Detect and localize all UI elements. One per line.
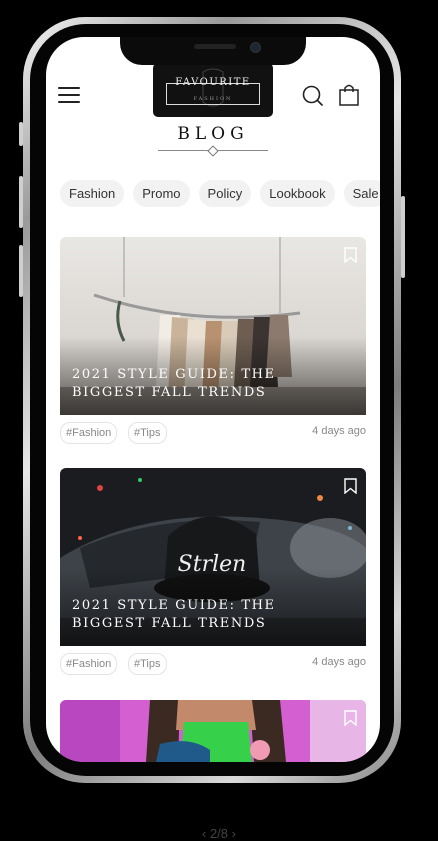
brand-logo[interactable]: FAVOURITE FASHION (153, 63, 273, 117)
bookmark-icon[interactable] (344, 478, 357, 494)
menu-icon[interactable] (58, 85, 82, 105)
page-title: BLOG (177, 124, 249, 144)
pager[interactable]: ‹ 2/8 › (0, 826, 438, 841)
search-icon[interactable] (302, 85, 324, 107)
post-tag[interactable]: #Fashion (60, 422, 118, 444)
logo-wordmark: FAVOURITE (175, 77, 251, 88)
category-chip-sale[interactable]: Sale (343, 180, 380, 207)
post-tag[interactable]: #Tips (128, 653, 167, 675)
bookmark-icon[interactable] (344, 710, 357, 726)
post-meta: #Fashion #Tips 4 days ago (60, 646, 366, 682)
post-time: 4 days ago (312, 425, 366, 437)
bag-icon[interactable] (338, 83, 360, 107)
post-image[interactable]: 2021 Style Guide: The Biggest Fall Trend… (60, 237, 366, 415)
category-chip-lookbook[interactable]: Lookbook (260, 180, 335, 207)
post-title[interactable]: 2021 Style Guide: The Biggest Fall Trend… (72, 597, 352, 633)
category-chip-fashion[interactable]: Fashion (60, 180, 125, 207)
front-camera (250, 42, 261, 53)
post-image[interactable]: Strlen 2021 Style Guide: The Biggest Fal… (60, 468, 366, 646)
title-ornament (207, 145, 219, 157)
volume-down-button (19, 245, 23, 297)
bookmark-icon[interactable] (344, 247, 357, 263)
post-image[interactable] (60, 700, 366, 762)
mute-switch (19, 122, 23, 146)
post-tag[interactable]: #Tips (128, 422, 167, 444)
post-meta: #Fashion #Tips 4 days ago (60, 415, 366, 451)
logo-tagline: FASHION (193, 96, 233, 102)
blog-post-card[interactable] (60, 700, 366, 762)
pink-wall-portrait-photo (60, 700, 366, 762)
speaker (194, 44, 236, 49)
category-filter-bar: Fashion Promo Policy Lookbook Sale (60, 180, 380, 207)
category-chip-promo[interactable]: Promo (133, 180, 190, 207)
post-tag[interactable]: #Fashion (60, 653, 118, 675)
volume-up-button (19, 176, 23, 228)
phone-screen: FAVOURITE FASHION BLOG Fashion Promo Polic… (46, 37, 380, 762)
post-title[interactable]: 2021 Style Guide: The Biggest Fall Trend… (72, 366, 352, 402)
notch (120, 37, 306, 65)
blog-post-card[interactable]: 2021 Style Guide: The Biggest Fall Trend… (60, 237, 366, 451)
post-time: 4 days ago (312, 656, 366, 668)
blog-post-card[interactable]: Strlen 2021 Style Guide: The Biggest Fal… (60, 468, 366, 682)
category-chip-policy[interactable]: Policy (198, 180, 252, 207)
power-button (401, 196, 405, 278)
